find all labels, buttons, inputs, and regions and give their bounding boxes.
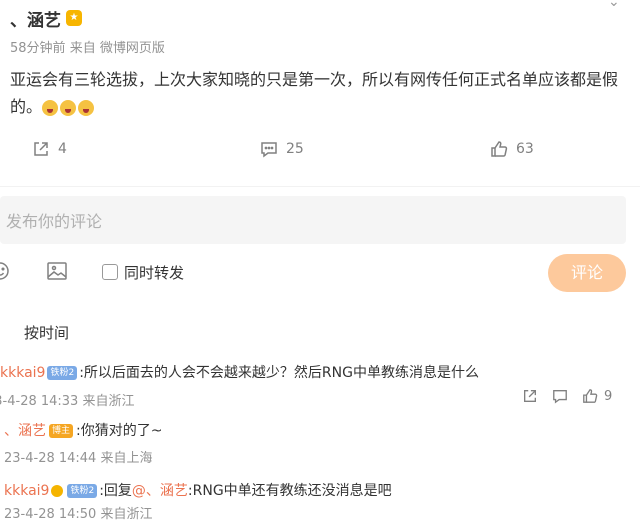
repost-icon[interactable] xyxy=(522,388,538,404)
like-count: 63 xyxy=(516,141,534,157)
comment-user[interactable]: kkkai9 xyxy=(4,483,49,499)
comment-reply-item: 、涵艺 博主:你猜对的了~ xyxy=(4,420,162,440)
post-meta: 58分钟前 来自 微博网页版 xyxy=(10,37,165,56)
comment-placeholder: 发布你的评论 xyxy=(6,212,103,231)
comment-user[interactable]: 、涵艺 xyxy=(4,423,46,439)
comment-count: 25 xyxy=(286,141,304,157)
emoji-icon xyxy=(78,99,95,116)
emoji-icon[interactable] xyxy=(0,261,10,281)
mention-link[interactable]: @、涵艺 xyxy=(132,483,188,499)
repost-count: 4 xyxy=(58,141,67,157)
emoji-icon xyxy=(42,99,59,116)
post-author[interactable]: 、涵艺 xyxy=(10,6,61,31)
comment-meta: 23-4-28 14:44 来自上海 xyxy=(4,451,153,466)
post-content: 亚运会有三轮选拔，上次大家知晓的只是第一次，所以有网传任何正式名单应该都是假的。 xyxy=(10,66,630,120)
repost-checkbox[interactable] xyxy=(102,264,118,280)
comment-actions: 9 xyxy=(522,388,612,404)
image-icon[interactable] xyxy=(46,261,68,281)
comment-text: :所以后面去的人会不会越来越少？然后RNG中单教练消息是什么 xyxy=(79,365,479,381)
reply-prefix: :回复 xyxy=(99,483,132,499)
comment-icon[interactable] xyxy=(552,388,568,404)
comment-meta: 23-4-28 14:50 来自浙江 xyxy=(4,507,153,522)
fan-badge: 铁粉2 xyxy=(67,484,98,498)
repost-button[interactable]: 4 xyxy=(32,140,67,158)
post-text: 亚运会有三轮选拔，上次大家知晓的只是第一次，所以有网传任何正式名单应该都是假的。 xyxy=(10,70,619,116)
divider xyxy=(0,186,640,187)
comment-icon xyxy=(261,142,277,158)
emoji-icon xyxy=(60,99,77,116)
comment-text: :你猜对的了~ xyxy=(76,423,163,439)
comment-like-count: 9 xyxy=(604,388,613,404)
like-icon xyxy=(583,389,598,403)
like-icon xyxy=(491,141,508,157)
repost-checkbox-label: 同时转发 xyxy=(124,264,185,282)
verified-icon xyxy=(51,485,64,497)
comment-text: :RNG中单还有教练还没消息是吧 xyxy=(187,483,392,499)
submit-comment-button[interactable]: 评论 xyxy=(548,254,626,292)
post-source: 来自 微博网页版 xyxy=(69,41,165,56)
comment-item: kkkai9 铁粉2:所以后面去的人会不会越来越少？然后RNG中单教练消息是什么 xyxy=(0,362,479,382)
post-time[interactable]: 58分钟前 xyxy=(10,41,66,56)
like-button[interactable]: 63 xyxy=(490,140,534,158)
chevron-down-icon[interactable]: ⌄ xyxy=(608,0,620,10)
repost-icon xyxy=(34,142,48,156)
vip-badge-icon: ★ xyxy=(66,10,82,26)
comment-like-button[interactable]: 9 xyxy=(582,388,612,404)
comment-user[interactable]: kkkai9 xyxy=(0,365,45,381)
author-badge: 博主 xyxy=(49,424,74,438)
fan-badge: 铁粉2 xyxy=(47,366,78,380)
comment-button[interactable]: 25 xyxy=(260,140,304,158)
comment-meta: 23-4-28 14:33 来自浙江 xyxy=(0,394,135,409)
sort-by-time[interactable]: 按时间 xyxy=(24,322,69,343)
comment-reply-item: kkkai9 铁粉2:回复@、涵艺:RNG中单还有教练还没消息是吧 xyxy=(4,480,392,500)
